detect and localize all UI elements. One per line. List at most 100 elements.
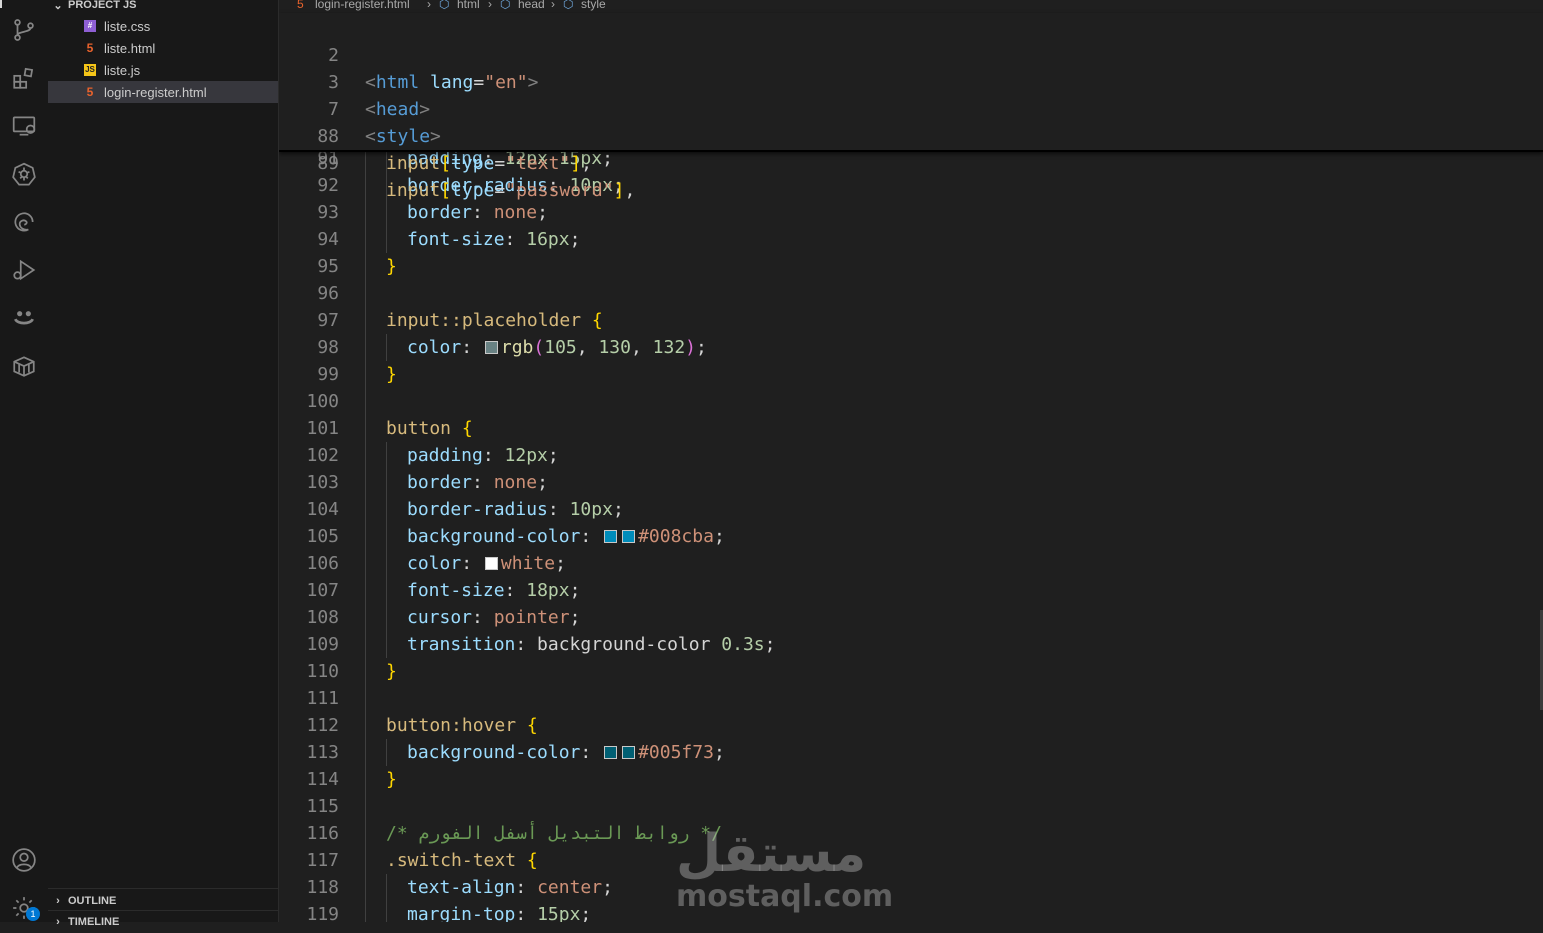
code-line[interactable]: 108 cursor: pointer; xyxy=(279,604,1543,631)
line-text: } xyxy=(386,256,397,277)
file-item-liste-js[interactable]: JS liste.js xyxy=(48,59,278,81)
code-line[interactable]: 105 background-color: #008cba; xyxy=(279,523,1543,550)
account-icon[interactable] xyxy=(8,844,40,876)
active-indicator xyxy=(0,0,2,8)
line-text: button:hover { xyxy=(386,715,538,736)
code-line[interactable]: 116 /* روابط التبديل أسفل الفورم */ xyxy=(279,820,1543,847)
smiley-icon[interactable] xyxy=(8,302,40,334)
code-line[interactable]: 111 xyxy=(279,685,1543,712)
line-text: background-color: #008cba; xyxy=(407,526,725,547)
sticky-line[interactable]: 2 <html lang="en"> xyxy=(279,15,1543,93)
source-control-icon[interactable] xyxy=(8,14,40,46)
code-line[interactable]: 118 text-align: center; xyxy=(279,874,1543,901)
code-line[interactable]: 101 button { xyxy=(279,415,1543,442)
line-text: font-size: 16px; xyxy=(407,229,581,250)
line-text: input::placeholder { xyxy=(386,310,603,331)
breadcrumb-html[interactable]: html xyxy=(457,0,480,11)
symbol-element-icon: ⬡ xyxy=(500,0,511,11)
code-line[interactable]: 117 .switch-text { xyxy=(279,847,1543,874)
color-swatch[interactable] xyxy=(484,341,498,354)
code-line[interactable]: 113 background-color: #005f73; xyxy=(279,739,1543,766)
color-swatch[interactable] xyxy=(622,530,636,543)
color-swatch[interactable] xyxy=(604,746,618,759)
code-editor[interactable]: 5 login-register.html › ⬡ html › ⬡ head … xyxy=(279,0,1543,922)
watermark-arabic: مستقل xyxy=(676,824,867,884)
outline-label: OUTLINE xyxy=(68,895,117,907)
line-text: background-color: #005f73; xyxy=(407,742,725,763)
symbol-element-icon: ⬡ xyxy=(563,0,574,11)
code-line[interactable]: 95} xyxy=(279,253,1543,280)
breadcrumb-style[interactable]: style xyxy=(581,0,606,11)
sticky-line[interactable]: 88 input[type="text"], xyxy=(279,96,1543,174)
line-text: cursor: pointer; xyxy=(407,607,581,628)
explorer-sidebar: ⌄ PROJECT JS # liste.css 5 liste.html JS… xyxy=(48,0,279,928)
chevron-right-icon: › xyxy=(488,0,492,11)
breadcrumb: 5 login-register.html › ⬡ html › ⬡ head … xyxy=(279,0,1543,12)
line-number: 101 xyxy=(306,418,339,439)
timeline-section-header[interactable]: › TIMELINE xyxy=(48,911,278,933)
code-line[interactable]: 103 border: none; xyxy=(279,469,1543,496)
breadcrumb-head[interactable]: head xyxy=(518,0,545,11)
color-swatch[interactable] xyxy=(484,557,498,570)
code-line[interactable]: 119 margin-top: 15px; xyxy=(279,901,1543,922)
code-line[interactable]: 106 color: white; xyxy=(279,550,1543,577)
line-number: 108 xyxy=(306,607,339,628)
code-line[interactable]: 115 xyxy=(279,793,1543,820)
chevron-right-icon: › xyxy=(56,916,60,928)
css-file-icon: # xyxy=(84,20,96,32)
package-icon[interactable] xyxy=(8,350,40,382)
code-line[interactable]: 110} xyxy=(279,658,1543,685)
file-item-liste-css[interactable]: # liste.css xyxy=(48,15,278,37)
line-number: 97 xyxy=(317,310,339,331)
code-line[interactable]: 96 xyxy=(279,280,1543,307)
line-number: 104 xyxy=(306,499,339,520)
line-number: 118 xyxy=(306,877,339,898)
project-title: PROJECT JS xyxy=(68,0,137,11)
line-number: 107 xyxy=(306,580,339,601)
line-text: font-size: 18px; xyxy=(407,580,581,601)
code-line[interactable]: 94 font-size: 16px; xyxy=(279,226,1543,253)
code-line[interactable]: 98 color: rgb(105, 130, 132); xyxy=(279,334,1543,361)
settings-gear-icon[interactable]: 1 xyxy=(8,892,40,924)
code-line[interactable]: 97 input::placeholder { xyxy=(279,307,1543,334)
line-text: input[type="text"], xyxy=(386,153,592,174)
run-debug-icon[interactable] xyxy=(8,254,40,286)
code-line[interactable]: 102 padding: 12px; xyxy=(279,442,1543,469)
edge-devtools-icon[interactable] xyxy=(8,206,40,238)
mostaql-watermark: مستقل mostaql.com xyxy=(676,826,893,914)
line-text: button { xyxy=(386,418,473,439)
code-line[interactable]: 107 font-size: 18px; xyxy=(279,577,1543,604)
file-item-login-register-html[interactable]: 5 login-register.html xyxy=(48,81,278,103)
color-swatch[interactable] xyxy=(622,746,636,759)
sticky-line[interactable]: 89 input[type="password"], xyxy=(279,123,1543,201)
line-number: 117 xyxy=(306,850,339,871)
kubernetes-icon[interactable] xyxy=(8,158,40,190)
code-line[interactable]: 100 xyxy=(279,388,1543,415)
color-swatch[interactable] xyxy=(604,530,618,543)
line-text: text-align: center; xyxy=(407,877,613,898)
line-number: 115 xyxy=(306,796,339,817)
line-number: 116 xyxy=(306,823,339,844)
code-line[interactable]: 112 button:hover { xyxy=(279,712,1543,739)
code-line[interactable]: 99} xyxy=(279,361,1543,388)
remote-explorer-icon[interactable] xyxy=(8,110,40,142)
line-number: 114 xyxy=(306,769,339,790)
symbol-element-icon: ⬡ xyxy=(439,0,450,11)
sticky-line[interactable]: 7 <style> xyxy=(279,69,1543,147)
html-file-icon: 5 xyxy=(297,0,304,11)
extensions-icon[interactable] xyxy=(8,62,40,94)
project-section-header[interactable]: ⌄ PROJECT JS xyxy=(48,0,278,16)
outline-section-header[interactable]: › OUTLINE xyxy=(48,890,278,912)
sticky-line[interactable]: 3 <head> xyxy=(279,42,1543,120)
activity-bar: 1 xyxy=(0,0,49,922)
breadcrumb-file[interactable]: login-register.html xyxy=(315,0,410,11)
line-text: padding: 12px; xyxy=(407,445,559,466)
line-text: border-radius: 10px; xyxy=(407,499,624,520)
file-name: login-register.html xyxy=(104,84,207,100)
code-line[interactable]: 109 transition: background-color 0.3s; xyxy=(279,631,1543,658)
code-line[interactable]: 104 border-radius: 10px; xyxy=(279,496,1543,523)
file-item-liste-html[interactable]: 5 liste.html xyxy=(48,37,278,59)
line-text: transition: background-color 0.3s; xyxy=(407,634,776,655)
html-file-icon: 5 xyxy=(86,85,94,99)
code-line[interactable]: 114} xyxy=(279,766,1543,793)
